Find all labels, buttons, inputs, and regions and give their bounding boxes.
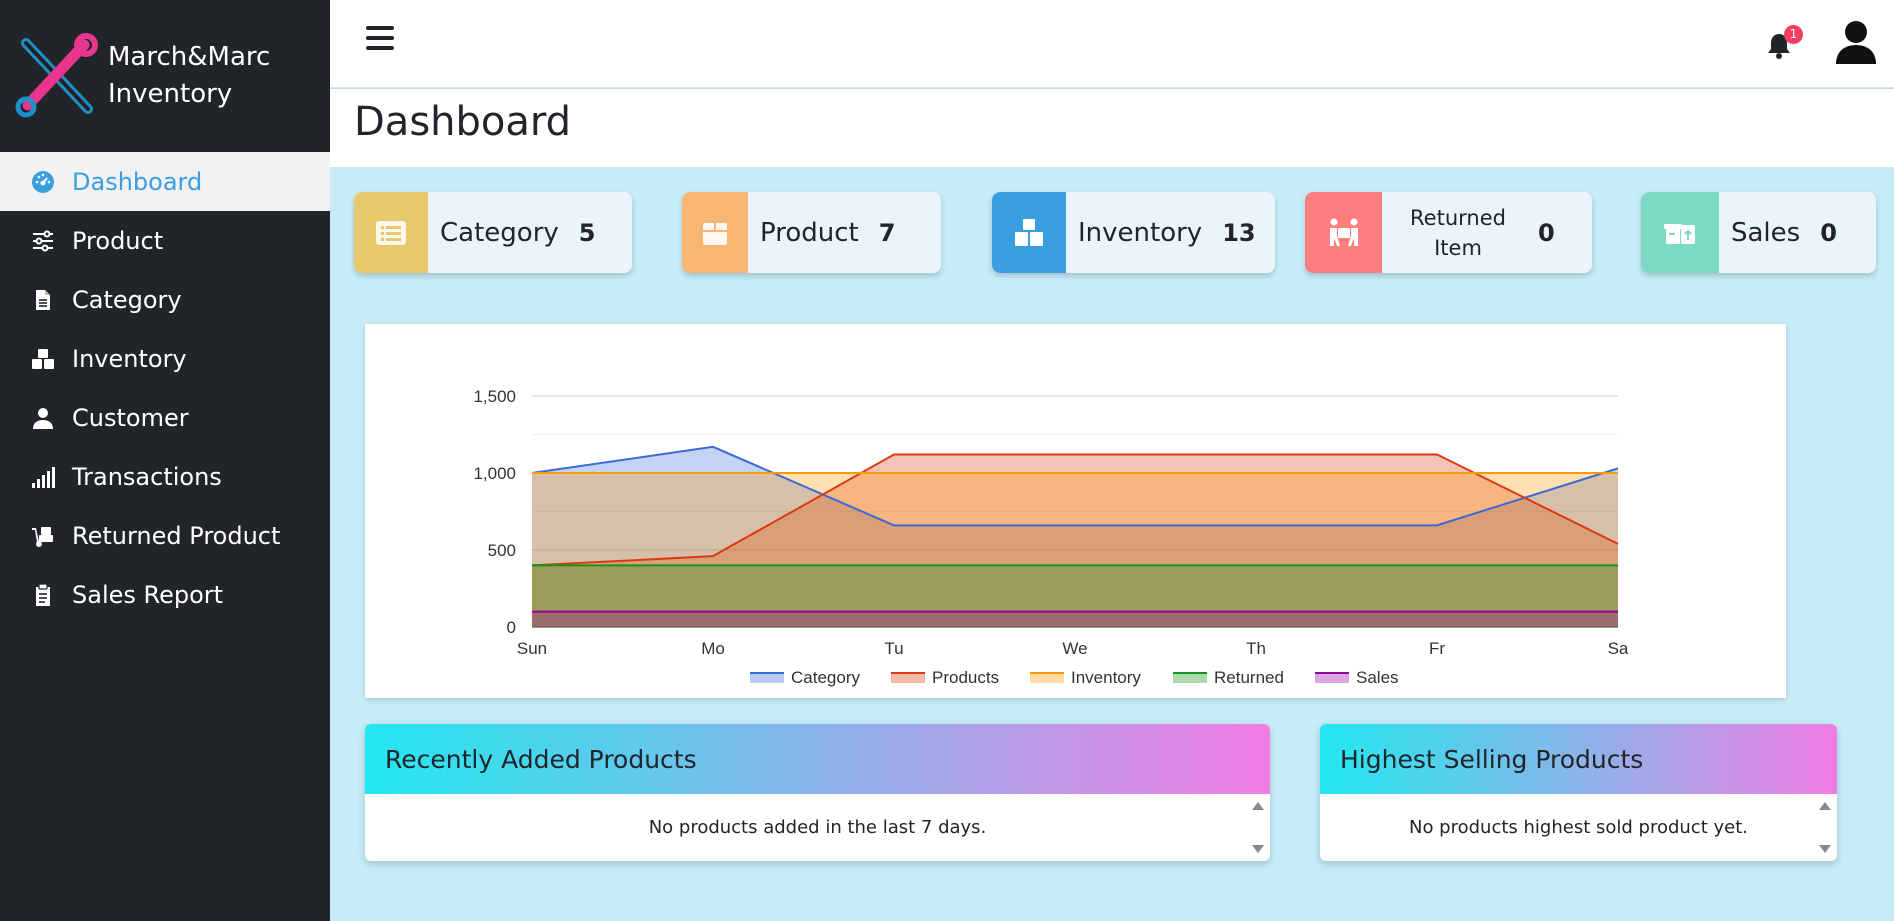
stat-icon-bg	[1641, 192, 1719, 273]
sidebar-item-sales-report[interactable]: Sales Report	[0, 565, 330, 624]
sidebar-item-product[interactable]: Product	[0, 211, 330, 270]
sidebar-item-label: Category	[72, 285, 182, 314]
sidebar-item-category[interactable]: Category	[0, 270, 330, 329]
stat-icon-bg	[682, 192, 748, 273]
user-account-icon[interactable]	[1834, 20, 1878, 64]
sidebar-item-transactions[interactable]: Transactions	[0, 447, 330, 506]
sidebar-item-dashboard[interactable]: Dashboard	[0, 152, 330, 211]
panel-title: Recently Added Products	[365, 724, 1270, 794]
legend-label[interactable]: Category	[791, 668, 860, 687]
signal-bars-icon	[30, 464, 56, 490]
empty-message: No products added in the last 7 days.	[648, 817, 987, 838]
scroll-down-icon[interactable]	[1819, 845, 1831, 853]
brand-line-2: Inventory	[108, 79, 233, 109]
recently-added-products-panel: Recently Added Products No products adde…	[365, 724, 1270, 861]
stat-label: Returned Item	[1410, 205, 1506, 260]
sidebar-item-label: Sales Report	[72, 580, 224, 609]
sidebar-item-label: Product	[72, 226, 164, 255]
legend-swatch	[891, 673, 925, 683]
topbar: 1	[330, 0, 1894, 88]
sidebar-item-customer[interactable]: Customer	[0, 388, 330, 447]
legend-swatch	[1030, 673, 1064, 683]
x-tick-label: Fr	[1429, 639, 1445, 658]
user-icon	[30, 405, 56, 431]
stat-card-product[interactable]: Product 7	[682, 192, 941, 273]
stat-label: Sales	[1731, 217, 1801, 248]
x-tick-label: Sa	[1608, 639, 1629, 658]
stat-value: 0	[1538, 218, 1555, 247]
x-tick-label: Th	[1246, 639, 1266, 658]
legend-swatch	[1173, 673, 1207, 683]
stat-value: 5	[578, 218, 596, 247]
page-title: Dashboard	[354, 99, 572, 145]
legend-label[interactable]: Sales	[1356, 668, 1399, 687]
brand[interactable]: March&Marc Inventory	[0, 0, 330, 152]
y-tick-label: 1,500	[473, 387, 516, 406]
stat-icon-bg	[1305, 192, 1382, 273]
stat-label: Product	[760, 217, 859, 248]
file-icon	[30, 287, 56, 313]
sidebar-item-returned-product[interactable]: Returned Product	[0, 506, 330, 565]
wrench-screwdriver-logo-icon	[15, 33, 98, 118]
chart-canvas: 0 500 1,000 1,500 Sun Mo Tu We Th Fr Sa Category P…	[473, 387, 1629, 687]
sidebar-item-inventory[interactable]: Inventory	[0, 329, 330, 388]
stat-card-returned-item[interactable]: Returned Item 0	[1305, 192, 1592, 273]
x-tick-label: Sun	[517, 639, 547, 658]
stat-label: Inventory	[1078, 217, 1203, 248]
panel-body[interactable]: No products highest sold product yet.	[1320, 794, 1837, 861]
dolly-icon	[30, 523, 56, 549]
stat-label: Category	[440, 217, 559, 248]
stat-icon-bg	[992, 192, 1066, 273]
stat-card-category[interactable]: Category 5	[354, 192, 632, 273]
box-arrow-icon	[1664, 223, 1695, 244]
series-area	[532, 611, 1618, 627]
sidebar-item-label: Customer	[72, 403, 189, 432]
hamburger-menu-icon[interactable]	[366, 26, 396, 56]
legend-label[interactable]: Products	[932, 668, 999, 687]
x-tick-label: We	[1062, 639, 1087, 658]
stat-value: 0	[1820, 218, 1837, 247]
sidebar-item-label: Dashboard	[72, 167, 203, 196]
weekly-area-chart: 0 500 1,000 1,500 Sun Mo Tu We Th Fr Sa Category P…	[365, 324, 1786, 698]
scroll-up-icon[interactable]	[1252, 802, 1264, 810]
y-tick-label: 0	[507, 618, 516, 637]
legend-label[interactable]: Inventory	[1071, 668, 1141, 687]
clipboard-icon	[30, 582, 56, 608]
stat-card-inventory[interactable]: Inventory 13	[992, 192, 1275, 273]
notification-badge: 1	[1784, 25, 1803, 44]
boxes-icon	[30, 346, 56, 372]
legend-label[interactable]: Returned	[1214, 668, 1284, 687]
x-tick-label: Tu	[884, 639, 903, 658]
people-carry-icon	[1329, 218, 1358, 246]
list-icon	[376, 220, 406, 245]
box-icon	[703, 222, 727, 245]
stat-value: 7	[878, 218, 896, 247]
boxes-icon	[1015, 218, 1043, 246]
sidebar: March&Marc Inventory Dashboard Product C…	[0, 0, 330, 921]
sidebar-item-label: Inventory	[72, 344, 187, 373]
scroll-up-icon[interactable]	[1819, 802, 1831, 810]
empty-message: No products highest sold product yet.	[1408, 817, 1748, 838]
sidebar-nav: Dashboard Product Category Inventory Cus…	[0, 152, 330, 624]
scroll-down-icon[interactable]	[1252, 845, 1264, 853]
page-header: Dashboard	[330, 89, 1894, 167]
highest-selling-products-panel: Highest Selling Products No products hig…	[1320, 724, 1837, 861]
brand-line-1: March&Marc	[108, 42, 271, 72]
stat-value: 13	[1222, 218, 1256, 247]
sidebar-item-label: Transactions	[72, 462, 222, 491]
x-tick-label: Mo	[701, 639, 725, 658]
sidebar-item-label: Returned Product	[72, 521, 281, 550]
y-tick-label: 500	[488, 541, 516, 560]
panel-body[interactable]: No products added in the last 7 days.	[365, 794, 1270, 861]
stat-icon-bg	[354, 192, 428, 273]
panel-title: Highest Selling Products	[1320, 724, 1837, 794]
gauge-icon	[30, 169, 56, 195]
y-tick-label: 1,000	[473, 464, 516, 483]
sliders-icon	[30, 228, 56, 254]
legend-swatch	[750, 673, 784, 683]
stat-card-sales[interactable]: Sales 0	[1641, 192, 1876, 273]
legend-swatch	[1315, 673, 1349, 683]
